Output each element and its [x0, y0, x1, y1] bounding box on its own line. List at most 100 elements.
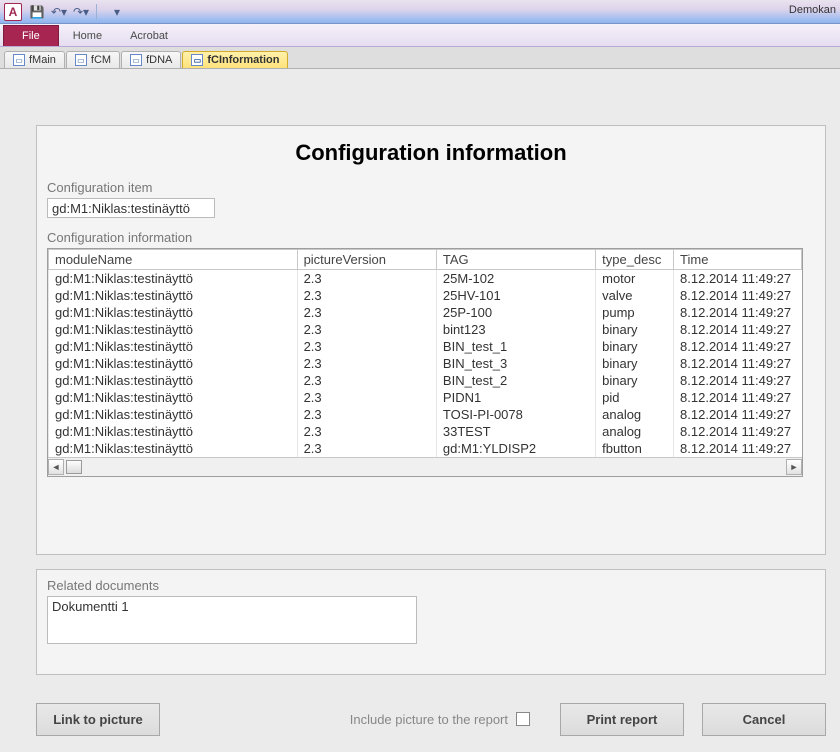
table-cell: 2.3 — [297, 389, 436, 406]
document-tabs: ▭ fMain ▭ fCM ▭ fDNA ▭ fCInformation — [0, 47, 840, 69]
related-docs-list[interactable]: Dokumentti 1 — [47, 596, 417, 644]
col-tag[interactable]: TAG — [436, 250, 595, 270]
form-icon: ▭ — [75, 54, 87, 66]
table-row[interactable]: gd:M1:Niklas:testinäyttö2.325P-100pump8.… — [49, 304, 802, 321]
col-type-desc[interactable]: type_desc — [596, 250, 674, 270]
table-cell: 8.12.2014 11:49:27 — [674, 338, 802, 355]
link-to-picture-button[interactable]: Link to picture — [36, 703, 160, 736]
table-cell: 2.3 — [297, 287, 436, 304]
customize-qat-icon[interactable]: ▾ — [108, 3, 126, 21]
table-cell: 8.12.2014 11:49:27 — [674, 389, 802, 406]
redo-icon[interactable]: ↷▾ — [72, 3, 90, 21]
tab-fcinformation[interactable]: ▭ fCInformation — [182, 51, 288, 68]
config-info-label: Configuration information — [47, 230, 815, 245]
grid-header-row: moduleName pictureVersion TAG type_desc … — [49, 250, 802, 270]
table-cell: gd:M1:Niklas:testinäyttö — [49, 406, 298, 423]
table-cell: fbutton — [596, 440, 674, 457]
table-cell: 8.12.2014 11:49:27 — [674, 355, 802, 372]
related-docs-panel: Related documents Dokumentti 1 — [36, 569, 826, 675]
table-cell: 33TEST — [436, 423, 595, 440]
tab-fdna[interactable]: ▭ fDNA — [121, 51, 181, 68]
tab-fcm[interactable]: ▭ fCM — [66, 51, 120, 68]
config-item-label: Configuration item — [47, 180, 815, 195]
table-cell: BIN_test_2 — [436, 372, 595, 389]
table-row[interactable]: gd:M1:Niklas:testinäyttö2.3BIN_test_1bin… — [49, 338, 802, 355]
table-cell: gd:M1:Niklas:testinäyttö — [49, 389, 298, 406]
table-cell: 2.3 — [297, 372, 436, 389]
app-icon-letter: A — [9, 5, 18, 19]
col-modulename[interactable]: moduleName — [49, 250, 298, 270]
table-cell: 2.3 — [297, 355, 436, 372]
config-info-panel: Configuration information Configuration … — [36, 125, 826, 555]
table-row[interactable]: gd:M1:Niklas:testinäyttö2.325HV-101valve… — [49, 287, 802, 304]
table-cell: 8.12.2014 11:49:27 — [674, 304, 802, 321]
table-cell: binary — [596, 338, 674, 355]
table-cell: TOSI-PI-0078 — [436, 406, 595, 423]
table-row[interactable]: gd:M1:Niklas:testinäyttö2.3BIN_test_3bin… — [49, 355, 802, 372]
table-cell: 8.12.2014 11:49:27 — [674, 321, 802, 338]
tab-label: fCM — [91, 54, 111, 66]
grid-horizontal-scrollbar[interactable]: ◄ ► — [48, 457, 802, 476]
table-row[interactable]: gd:M1:Niklas:testinäyttö2.325M-102motor8… — [49, 270, 802, 288]
table-row[interactable]: gd:M1:Niklas:testinäyttö2.3TOSI-PI-0078a… — [49, 406, 802, 423]
related-docs-label: Related documents — [47, 578, 815, 593]
cancel-button[interactable]: Cancel — [702, 703, 826, 736]
table-cell: 2.3 — [297, 304, 436, 321]
table-cell: 2.3 — [297, 423, 436, 440]
table-cell: analog — [596, 406, 674, 423]
table-cell: gd:M1:Niklas:testinäyttö — [49, 355, 298, 372]
ribbon-tabs: File Home Acrobat — [0, 24, 840, 47]
table-cell: gd:M1:Niklas:testinäyttö — [49, 304, 298, 321]
scroll-thumb[interactable] — [66, 460, 82, 474]
table-cell: gd:M1:Niklas:testinäyttö — [49, 321, 298, 338]
include-picture-checkbox[interactable] — [516, 712, 530, 726]
table-cell: 25M-102 — [436, 270, 595, 288]
scroll-left-icon[interactable]: ◄ — [48, 459, 64, 475]
table-row[interactable]: gd:M1:Niklas:testinäyttö2.3BIN_test_2bin… — [49, 372, 802, 389]
table-cell: PIDN1 — [436, 389, 595, 406]
table-cell: BIN_test_1 — [436, 338, 595, 355]
table-cell: analog — [596, 423, 674, 440]
config-item-input[interactable]: gd:M1:Niklas:testinäyttö — [47, 198, 215, 218]
config-info-grid[interactable]: moduleName pictureVersion TAG type_desc … — [47, 248, 803, 477]
undo-icon[interactable]: ↶▾ — [50, 3, 68, 21]
table-cell: 8.12.2014 11:49:27 — [674, 406, 802, 423]
title-bar: A 💾 ↶▾ ↷▾ ▾ Demokan — [0, 0, 840, 24]
table-cell: 8.12.2014 11:49:27 — [674, 423, 802, 440]
table-cell: gd:M1:Niklas:testinäyttö — [49, 440, 298, 457]
table-row[interactable]: gd:M1:Niklas:testinäyttö2.333TESTanalog8… — [49, 423, 802, 440]
table-cell: gd:M1:Niklas:testinäyttö — [49, 270, 298, 288]
table-cell: valve — [596, 287, 674, 304]
table-cell: binary — [596, 372, 674, 389]
scroll-right-icon[interactable]: ► — [786, 459, 802, 475]
tab-fmain[interactable]: ▭ fMain — [4, 51, 65, 68]
table-cell: gd:M1:YLDISP2 — [436, 440, 595, 457]
print-report-button[interactable]: Print report — [560, 703, 684, 736]
table-row[interactable]: gd:M1:Niklas:testinäyttö2.3bint123binary… — [49, 321, 802, 338]
table-cell: 2.3 — [297, 338, 436, 355]
tab-label: fMain — [29, 54, 56, 66]
include-picture-label: Include picture to the report — [350, 712, 508, 727]
table-row[interactable]: gd:M1:Niklas:testinäyttö2.3PIDN1pid8.12.… — [49, 389, 802, 406]
table-cell: pump — [596, 304, 674, 321]
table-cell: 2.3 — [297, 270, 436, 288]
tab-label: fDNA — [146, 54, 172, 66]
bottom-controls: Link to picture Include picture to the r… — [36, 699, 826, 739]
table-cell: 8.12.2014 11:49:27 — [674, 270, 802, 288]
table-cell: BIN_test_3 — [436, 355, 595, 372]
tab-label: fCInformation — [207, 54, 279, 66]
table-row[interactable]: gd:M1:Niklas:testinäyttö2.3gd:M1:YLDISP2… — [49, 440, 802, 457]
form-icon: ▭ — [13, 54, 25, 66]
ribbon-tab-file[interactable]: File — [3, 25, 59, 46]
ribbon-tab-home[interactable]: Home — [59, 26, 116, 46]
table-cell: 8.12.2014 11:49:27 — [674, 440, 802, 457]
save-icon[interactable]: 💾 — [28, 3, 46, 21]
ribbon-tab-acrobat[interactable]: Acrobat — [116, 26, 182, 46]
list-item[interactable]: Dokumentti 1 — [52, 599, 412, 614]
table-cell: gd:M1:Niklas:testinäyttö — [49, 372, 298, 389]
table-cell: 25HV-101 — [436, 287, 595, 304]
form-icon: ▭ — [130, 54, 142, 66]
table-cell: motor — [596, 270, 674, 288]
col-pictureversion[interactable]: pictureVersion — [297, 250, 436, 270]
col-time[interactable]: Time — [674, 250, 802, 270]
